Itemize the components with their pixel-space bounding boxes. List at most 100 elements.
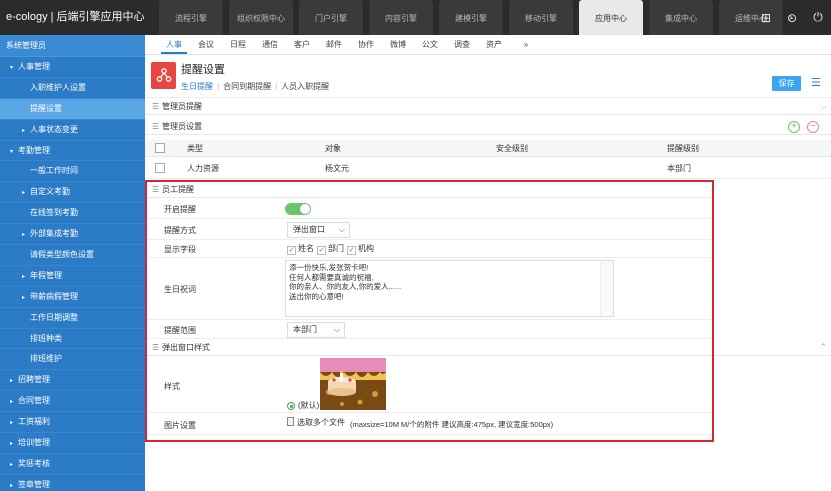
caret-icon: ▸ <box>22 127 26 134</box>
sidebar-item[interactable]: 在线签到考勤 <box>0 203 145 225</box>
sub-tab[interactable]: 日程 <box>225 35 251 54</box>
collapse-icon[interactable]: ⌵ <box>820 98 827 115</box>
grid-icon[interactable]: ⊞ <box>753 11 779 25</box>
page-title: 提醒设置 <box>181 64 225 76</box>
sidebar-item-label: 培训管理 <box>18 438 50 448</box>
sidebar-item-label: 排班种类 <box>30 333 62 343</box>
cell-object: 杨文元 <box>325 164 349 173</box>
caret-icon: ▸ <box>22 232 26 239</box>
caret-icon: ▸ <box>10 399 14 406</box>
sidebar-item[interactable]: ▸ 奖惩考核 <box>0 454 145 475</box>
sidebar-item[interactable]: ▸ 人事状态变更 <box>0 120 145 141</box>
sidebar-title: 系统管理员 <box>0 35 145 57</box>
caret-icon: ▸ <box>22 294 26 301</box>
caret-icon: ▸ <box>10 441 14 448</box>
sidebar-item-label: 人事管理 <box>18 62 50 71</box>
col-level: 提醒级别 <box>667 144 699 153</box>
sub-tab[interactable]: 客户 <box>289 35 315 54</box>
top-tab[interactable]: 移动引擎 <box>509 0 573 35</box>
sidebar-item[interactable]: ▾ 考勤管理 <box>0 141 145 162</box>
section-admin-reminder[interactable]: ☰ 管理员提醒 ⌵ <box>145 98 831 115</box>
sidebar-item[interactable]: ▸ 合同管理 <box>0 391 145 413</box>
reminder-app-icon <box>151 62 176 89</box>
sidebar-item[interactable]: ▾ 人事管理 <box>0 57 145 78</box>
sidebar-item-label: 带薪病假管理 <box>30 291 78 301</box>
sidebar-item[interactable]: 提醒设置 <box>0 98 145 120</box>
top-tab[interactable]: 门户引擎 <box>299 0 363 35</box>
sidebar-item-label: 年假管理 <box>30 270 62 280</box>
sidebar-item[interactable]: 一般工作时间 <box>0 161 145 183</box>
top-tab[interactable]: 内容引擎 <box>369 0 433 35</box>
reminder-tab[interactable]: 合同到期提醒 <box>223 81 271 92</box>
sub-tab[interactable]: 会议 <box>193 35 219 54</box>
top-nav: 流程引擎 组织权限中心 门户引擎 内容引擎 建模引擎 移动引擎 应用中心 集成中心 运维中心 › <box>159 0 801 35</box>
save-button[interactable]: 保存 <box>772 76 801 91</box>
sub-tab[interactable]: 人事 <box>161 35 187 54</box>
sidebar-item[interactable]: 排班种类 <box>0 329 145 350</box>
sub-tab[interactable]: 协作 <box>353 35 379 54</box>
caret-icon: ▾ <box>10 65 14 71</box>
remove-icon[interactable]: − <box>807 121 819 133</box>
reminder-tab[interactable]: 人员入职提醒 <box>281 81 329 92</box>
sidebar-item[interactable]: ▸ 自定义考勤 <box>0 182 145 204</box>
drag-handle-icon: ☰ <box>152 122 160 131</box>
list-icon[interactable]: ☰ <box>811 76 825 90</box>
sub-nav: 人事 会议 日程 通信 客户 邮件 协作 微博 公文 调查 资产 » <box>145 35 831 55</box>
caret-icon: ▸ <box>22 273 26 280</box>
sub-tab[interactable]: 微博 <box>385 35 411 54</box>
sub-tab[interactable]: 资产 <box>481 35 507 54</box>
sub-tab[interactable]: 邮件 <box>321 35 347 54</box>
page-header: 提醒设置 生日提醒 | 合同到期提醒 | 人员入职提醒 <box>145 56 831 98</box>
power-icon[interactable]: ⏻ <box>805 10 831 25</box>
row-checkbox[interactable] <box>155 163 165 173</box>
sidebar-item[interactable]: 请假类型颜色设置 <box>0 245 145 266</box>
sidebar-item[interactable]: ▸ 工资福利 <box>0 412 145 434</box>
sub-tab[interactable]: 通信 <box>257 35 283 54</box>
sidebar-item-label: 工资福利 <box>18 417 50 427</box>
sidebar-item-label: 在线签到考勤 <box>30 208 78 218</box>
add-icon[interactable]: + <box>788 121 800 133</box>
app-brand: e-cology | 后端引擎应用中心 <box>6 11 145 23</box>
section-admin-settings[interactable]: ☰ 管理员设置 <box>145 118 831 135</box>
top-tab[interactable]: 流程引擎 <box>159 0 223 35</box>
section-title: 管理员设置 <box>162 122 202 131</box>
sidebar-item-label: 请假类型颜色设置 <box>30 250 94 260</box>
table-row[interactable]: 人力资源 杨文元 本部门 <box>145 158 831 179</box>
sidebar-item-label: 人事状态变更 <box>30 124 78 134</box>
sidebar-item[interactable]: ▸ 培训管理 <box>0 433 145 454</box>
sidebar-item-label: 自定义考勤 <box>30 187 70 197</box>
top-tab[interactable]: 建模引擎 <box>439 0 503 35</box>
sidebar-item-label: 提醒设置 <box>30 103 62 113</box>
caret-icon: ▸ <box>10 482 14 489</box>
sidebar-item[interactable]: ▸ 签章管理 <box>0 475 145 491</box>
sidebar-item[interactable]: ▸ 外部集成考勤 <box>0 224 145 246</box>
sub-tab[interactable]: 调查 <box>449 35 475 54</box>
main-content: 人事 会议 日程 通信 客户 邮件 协作 微博 公文 调查 资产 » 提醒设置 生日提醒 | 合同到期提醒… <box>145 35 831 491</box>
reminder-tab[interactable]: 生日提醒 <box>181 81 213 92</box>
sidebar-item[interactable]: ▸ 年假管理 <box>0 266 145 287</box>
top-tab[interactable]: 应用中心 <box>579 0 643 35</box>
more-tabs-icon[interactable]: » <box>513 35 539 54</box>
sidebar-item[interactable]: ▸ 招聘管理 <box>0 370 145 392</box>
section-title: 管理员提醒 <box>162 102 202 111</box>
col-type: 类型 <box>187 144 203 153</box>
sidebar-item-label: 奖惩考核 <box>18 458 50 468</box>
sidebar-item-label: 考勤管理 <box>18 145 50 155</box>
more-icon[interactable]: ⊙ <box>779 11 805 25</box>
collapse-icon[interactable]: ⌃ <box>819 339 827 356</box>
reminder-tabs: 生日提醒 | 合同到期提醒 | 人员入职提醒 <box>181 81 333 92</box>
sub-tab[interactable]: 公文 <box>417 35 443 54</box>
top-tab[interactable]: 集成中心 <box>649 0 713 35</box>
admin-table-header: 类型 对象 安全级别 提醒级别 <box>145 140 831 157</box>
cell-type: 人力资源 <box>187 164 219 173</box>
top-tab[interactable]: 组织权限中心 <box>229 0 293 35</box>
sidebar-item[interactable]: ▸ 带薪病假管理 <box>0 287 145 308</box>
sidebar-item[interactable]: 工作日期调整 <box>0 308 145 329</box>
caret-icon: ▸ <box>10 378 14 385</box>
sidebar-item[interactable]: 排班维护 <box>0 349 145 371</box>
sidebar-item[interactable]: 入职维护人设置 <box>0 78 145 99</box>
select-all-checkbox[interactable] <box>155 143 165 153</box>
drag-handle-icon: ☰ <box>152 102 160 111</box>
separator: | <box>217 82 220 91</box>
caret-icon: ▸ <box>22 190 26 197</box>
